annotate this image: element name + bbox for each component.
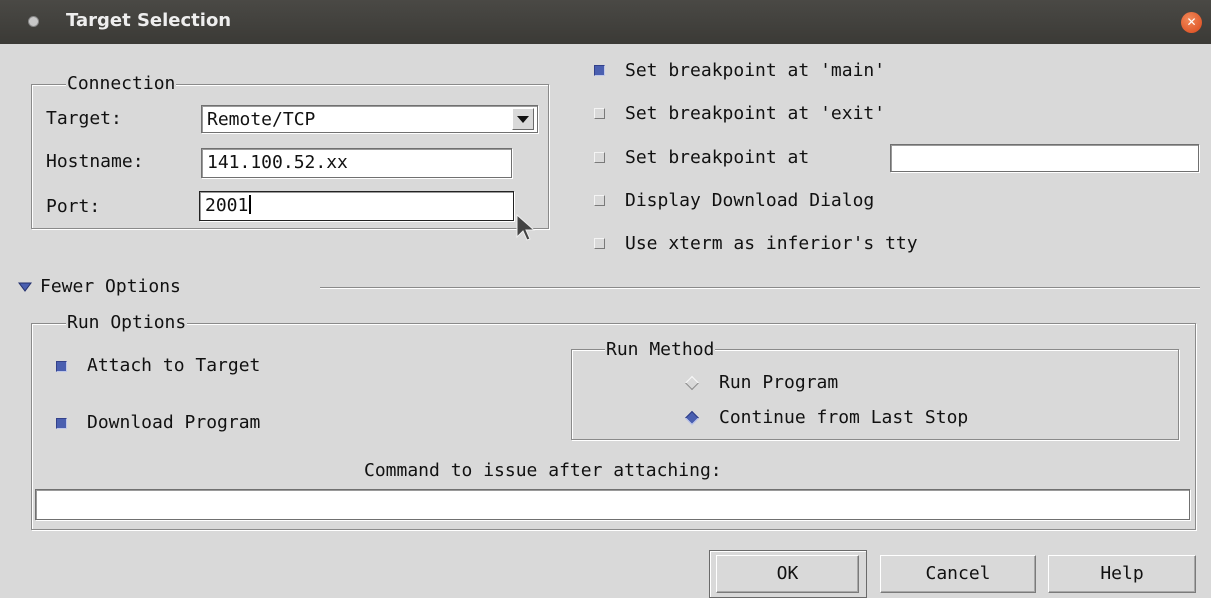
fewer-options-toggle[interactable]: Fewer Options <box>18 275 258 301</box>
mouse-pointer-icon <box>516 213 536 241</box>
download-checkbox[interactable] <box>56 418 67 429</box>
connection-legend: Connection <box>66 73 177 94</box>
run-program-label[interactable]: Run Program <box>719 371 838 395</box>
chevron-down-icon[interactable] <box>512 108 534 130</box>
bp-main-label[interactable]: Set breakpoint at 'main' <box>625 59 885 83</box>
download-label[interactable]: Download Program <box>87 411 260 435</box>
bp-main-checkbox[interactable] <box>594 65 605 76</box>
window-title: Target Selection <box>66 10 232 31</box>
title-bar[interactable]: Target Selection ✕ <box>0 0 1211 44</box>
xterm-checkbox[interactable] <box>594 238 605 249</box>
command-input[interactable] <box>35 489 1190 520</box>
continue-label[interactable]: Continue from Last Stop <box>719 406 968 430</box>
target-dropdown-value: Remote/TCP <box>207 109 316 130</box>
download-dialog-checkbox[interactable] <box>594 195 605 206</box>
close-icon[interactable]: ✕ <box>1181 12 1202 33</box>
hostname-label: Hostname: <box>46 151 144 172</box>
bp-exit-checkbox[interactable] <box>594 108 605 119</box>
attach-label[interactable]: Attach to Target <box>87 354 260 378</box>
bp-at-checkbox[interactable] <box>594 152 605 163</box>
command-label: Command to issue after attaching: <box>364 460 722 481</box>
bp-at-input[interactable] <box>890 144 1199 172</box>
xterm-label[interactable]: Use xterm as inferior's tty <box>625 232 918 256</box>
text-caret <box>249 195 252 214</box>
port-input[interactable]: 2001 <box>199 191 514 221</box>
triangle-down-icon[interactable] <box>18 281 32 293</box>
port-input-value: 2001 <box>205 195 249 216</box>
ok-button[interactable]: OK <box>716 555 859 593</box>
target-dropdown[interactable]: Remote/TCP <box>201 105 538 133</box>
target-label: Target: <box>46 108 122 129</box>
run-options-legend: Run Options <box>66 312 188 333</box>
window-menu-icon[interactable] <box>28 16 39 27</box>
bp-at-label[interactable]: Set breakpoint at <box>625 146 809 170</box>
hostname-input[interactable]: 141.100.52.xx <box>201 148 512 178</box>
cancel-button[interactable]: Cancel <box>880 555 1036 593</box>
separator <box>320 287 1200 288</box>
download-dialog-label[interactable]: Display Download Dialog <box>625 189 874 213</box>
port-label: Port: <box>46 196 101 217</box>
run-method-legend: Run Method <box>605 339 716 360</box>
fewer-options-label[interactable]: Fewer Options <box>40 275 181 299</box>
attach-checkbox[interactable] <box>56 361 67 372</box>
bp-exit-label[interactable]: Set breakpoint at 'exit' <box>625 102 885 126</box>
help-button[interactable]: Help <box>1048 555 1196 593</box>
